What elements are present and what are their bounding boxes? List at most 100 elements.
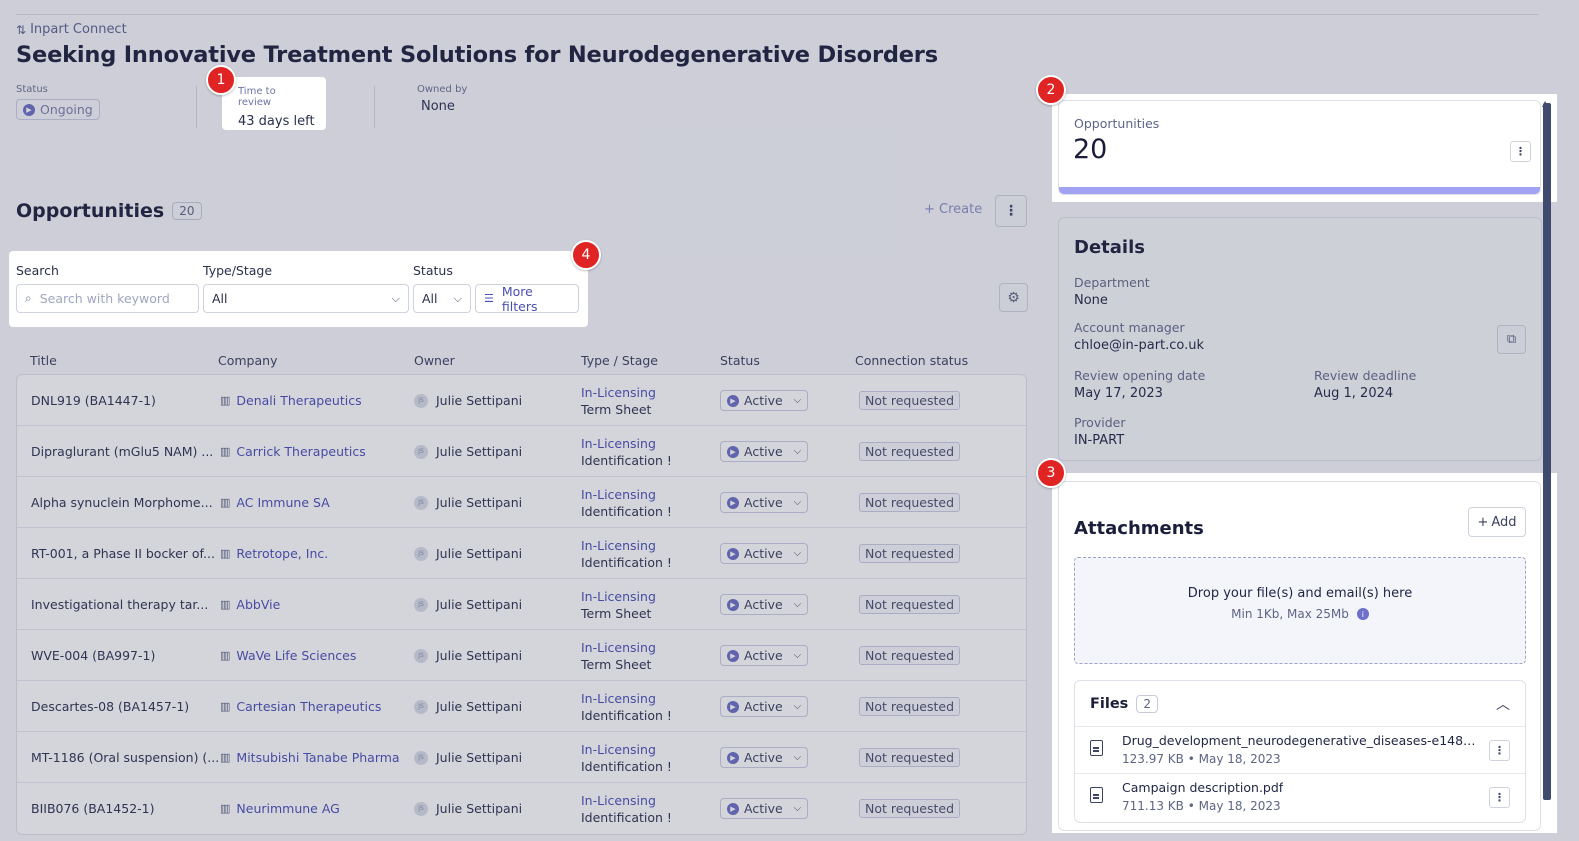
- table-row[interactable]: WVE-004 (BA997-1) ▥ WaVe Life Sciences JS Ju…: [17, 630, 1026, 681]
- row-title[interactable]: Investigational therapy tar...: [31, 579, 208, 630]
- scrollbar[interactable]: [1543, 103, 1551, 800]
- status-dropdown[interactable]: ▶ Active ⌵: [720, 594, 809, 615]
- provider-value: IN-PART: [1074, 433, 1125, 448]
- kebab-icon[interactable]: ⋮: [995, 195, 1027, 227]
- column-status[interactable]: Status: [720, 353, 760, 368]
- status-dropdown[interactable]: ▶ Active ⌵: [720, 492, 809, 513]
- row-title[interactable]: Alpha synuclein Morphome...: [31, 477, 213, 528]
- row-status: ▶ Active ⌵: [720, 375, 809, 426]
- files-header[interactable]: Files 2 ︿: [1075, 681, 1525, 727]
- company-link[interactable]: AC Immune SA: [236, 495, 329, 510]
- status-select[interactable]: All ⌵: [413, 284, 471, 313]
- time-to-review: Time to review 43 days left: [222, 77, 326, 130]
- row-connection: Not requested: [859, 579, 961, 630]
- company-link[interactable]: Mitsubishi Tanabe Pharma: [236, 750, 399, 765]
- chevron-up-icon[interactable]: ︿: [1496, 694, 1510, 714]
- row-company[interactable]: ▥ Mitsubishi Tanabe Pharma: [220, 732, 400, 783]
- stage-label: Term Sheet: [581, 605, 652, 621]
- table-row[interactable]: MT-1186 (Oral suspension) (... ▥ Mitsubish…: [17, 732, 1026, 783]
- owner-name: Julie Settipani: [436, 393, 523, 408]
- row-title[interactable]: RT-001, a Phase II bocker of...: [31, 528, 215, 579]
- row-company[interactable]: ▥ Denali Therapeutics: [220, 375, 362, 426]
- kebab-icon[interactable]: ⋮: [1510, 141, 1531, 162]
- row-title[interactable]: WVE-004 (BA997-1): [31, 630, 155, 681]
- company-link[interactable]: Cartesian Therapeutics: [236, 699, 381, 714]
- manager-value: chloe@in-part.co.uk: [1074, 338, 1205, 353]
- file-item[interactable]: Drug_development_neurodegenerative_disea…: [1075, 727, 1525, 774]
- company-link[interactable]: Neurimmune AG: [236, 801, 339, 816]
- file-name[interactable]: Campaign description.pdf: [1122, 780, 1283, 795]
- type-label: In-Licensing: [581, 588, 656, 604]
- row-title[interactable]: Descartes-08 (BA1457-1): [31, 681, 189, 732]
- more-filters-button[interactable]: ☰ More filters: [475, 284, 579, 314]
- type-stage-select[interactable]: All ⌵: [203, 284, 409, 313]
- type-label: Type/Stage: [203, 263, 273, 278]
- kebab-icon[interactable]: ⋮: [1489, 740, 1510, 761]
- status-pill[interactable]: ▶ Ongoing: [16, 99, 100, 120]
- chevron-down-icon: ⌵: [793, 395, 802, 406]
- row-status: ▶ Active ⌵: [720, 783, 809, 834]
- row-company[interactable]: ▥ AC Immune SA: [220, 477, 330, 528]
- row-title[interactable]: DNL919 (BA1447-1): [31, 375, 156, 426]
- column-connection-status[interactable]: Connection status: [855, 353, 968, 368]
- row-company[interactable]: ▥ WaVe Life Sciences: [220, 630, 356, 681]
- status-dropdown[interactable]: ▶ Active ⌵: [720, 696, 809, 717]
- column-type-stage[interactable]: Type / Stage: [581, 353, 658, 368]
- play-icon: ▶: [727, 751, 739, 764]
- status-dropdown[interactable]: ▶ Active ⌵: [720, 543, 809, 564]
- row-type-stage: In-Licensing Identification !: [581, 426, 672, 477]
- owner-value[interactable]: None: [421, 99, 467, 114]
- row-owner: JS Julie Settipani: [414, 477, 522, 528]
- row-connection: Not requested: [859, 732, 961, 783]
- kebab-icon[interactable]: ⋮: [1489, 787, 1510, 808]
- row-company[interactable]: ▥ Carrick Therapeutics: [220, 426, 366, 477]
- table-row[interactable]: DNL919 (BA1447-1) ▥ Denali Therapeutics JS J…: [17, 375, 1026, 426]
- file-drop-zone[interactable]: Drop your file(s) and email(s) here Min …: [1074, 557, 1526, 664]
- table-row[interactable]: Alpha synuclein Morphome... ▥ AC Immune SA…: [17, 477, 1026, 528]
- row-company[interactable]: ▥ Retrotope, Inc.: [220, 528, 328, 579]
- company-link[interactable]: Denali Therapeutics: [236, 393, 361, 408]
- row-title[interactable]: Dipraglurant (mGlu5 NAM) ...: [31, 426, 213, 477]
- company-link[interactable]: Retrotope, Inc.: [236, 546, 328, 561]
- table-row[interactable]: RT-001, a Phase II bocker of... ▥ Retrotop…: [17, 528, 1026, 579]
- search-input[interactable]: ⌕ Search with keyword: [16, 284, 199, 313]
- copy-icon[interactable]: ⧉: [1497, 325, 1526, 354]
- row-title[interactable]: BIIB076 (BA1452-1): [31, 783, 155, 834]
- opening-value: May 17, 2023: [1074, 386, 1163, 401]
- type-label: In-Licensing: [581, 741, 656, 757]
- status-dropdown[interactable]: ▶ Active ⌵: [720, 798, 809, 819]
- row-owner: JS Julie Settipani: [414, 732, 522, 783]
- create-button[interactable]: + Create: [924, 202, 982, 217]
- column-company[interactable]: Company: [218, 353, 277, 368]
- breadcrumb[interactable]: ⇅ Inpart Connect: [16, 22, 127, 37]
- row-status: ▶ Active ⌵: [720, 732, 809, 783]
- row-title[interactable]: MT-1186 (Oral suspension) (...: [31, 732, 219, 783]
- table-row[interactable]: BIIB076 (BA1452-1) ▥ Neurimmune AG JS Julie …: [17, 783, 1026, 834]
- info-icon[interactable]: i: [1356, 608, 1369, 620]
- row-company[interactable]: ▥ Cartesian Therapeutics: [220, 681, 381, 732]
- company-link[interactable]: WaVe Life Sciences: [236, 648, 356, 663]
- avatar: JS: [414, 444, 428, 459]
- table-row[interactable]: Investigational therapy tar... ▥ AbbVie JS J…: [17, 579, 1026, 630]
- status-dropdown[interactable]: ▶ Active ⌵: [720, 747, 809, 768]
- status-dropdown[interactable]: ▶ Active ⌵: [720, 441, 809, 462]
- row-company[interactable]: ▥ Neurimmune AG: [220, 783, 340, 834]
- company-link[interactable]: AbbVie: [236, 597, 280, 612]
- file-name[interactable]: Drug_development_neurodegenerative_disea…: [1122, 733, 1478, 748]
- details-title: Details: [1074, 237, 1145, 258]
- company-link[interactable]: Carrick Therapeutics: [236, 444, 365, 459]
- provider-label: Provider: [1074, 415, 1126, 430]
- opp-card-value: 20: [1073, 134, 1108, 165]
- avatar: JS: [414, 750, 428, 765]
- file-item[interactable]: Campaign description.pdf 711.13 KB • May…: [1075, 774, 1525, 821]
- add-attachment-button[interactable]: + Add: [1468, 507, 1526, 537]
- table-row[interactable]: Descartes-08 (BA1457-1) ▥ Cartesian Therap…: [17, 681, 1026, 732]
- gear-icon[interactable]: ⚙: [999, 283, 1028, 312]
- column-owner[interactable]: Owner: [414, 353, 455, 368]
- row-owner: JS Julie Settipani: [414, 375, 522, 426]
- table-row[interactable]: Dipraglurant (mGlu5 NAM) ... ▥ Carrick The…: [17, 426, 1026, 477]
- status-dropdown[interactable]: ▶ Active ⌵: [720, 390, 809, 411]
- row-company[interactable]: ▥ AbbVie: [220, 579, 280, 630]
- column-title[interactable]: Title: [30, 353, 57, 368]
- status-dropdown[interactable]: ▶ Active ⌵: [720, 645, 809, 666]
